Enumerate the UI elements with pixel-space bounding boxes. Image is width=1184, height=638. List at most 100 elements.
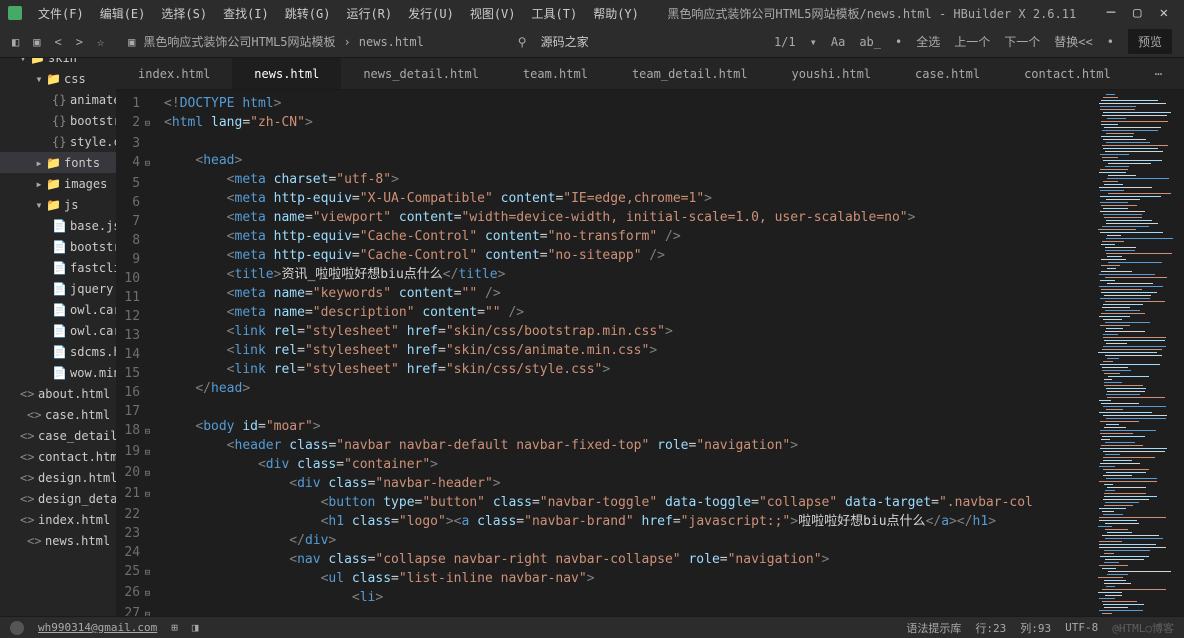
- tree-row[interactable]: <>case_detail.html: [0, 425, 116, 446]
- more-tabs-icon[interactable]: ⋯: [1133, 58, 1184, 89]
- terminal-icon[interactable]: ◨: [192, 621, 199, 634]
- tree-row[interactable]: 📄wow.min.js: [0, 362, 116, 383]
- breadcrumb-item[interactable]: 黑色响应式装饰公司HTML5网站模板: [143, 33, 335, 50]
- file-icon: 📄: [52, 324, 66, 338]
- encoding[interactable]: UTF-8: [1065, 621, 1098, 634]
- search-icon[interactable]: ⚲: [518, 35, 527, 49]
- menu-item[interactable]: 选择(S): [155, 3, 213, 24]
- file-name: design.html: [38, 471, 116, 485]
- menu-item[interactable]: 发行(U): [402, 3, 460, 24]
- regex-dot-icon[interactable]: •: [1107, 35, 1114, 49]
- tree-row[interactable]: 📄base.js: [0, 215, 116, 236]
- grid-icon[interactable]: ⊞: [171, 621, 178, 634]
- menu-item[interactable]: 跳转(G): [279, 3, 337, 24]
- tree-row[interactable]: 📄jquery.min.js: [0, 278, 116, 299]
- file-icon: <>: [20, 387, 34, 401]
- tree-row[interactable]: {}style.css: [0, 131, 116, 152]
- tree-row[interactable]: ▾📁skin: [0, 58, 116, 68]
- syntax-library[interactable]: 语法提示库: [906, 620, 961, 636]
- tree-row[interactable]: ▾📁css: [0, 68, 116, 89]
- file-name: news.html: [45, 534, 110, 548]
- star-icon[interactable]: ☆: [97, 35, 104, 49]
- editor[interactable]: 12⊟34⊟56789101112131415161718⊟19⊟20⊟21⊟2…: [116, 90, 1184, 616]
- tree-row[interactable]: 📄owl.carous...: [0, 320, 116, 341]
- chevron-icon: ▾: [34, 198, 44, 212]
- tab[interactable]: team.html: [501, 58, 610, 89]
- tree-row[interactable]: <>design.html: [0, 467, 116, 488]
- tree-row[interactable]: ▸📁fonts: [0, 152, 116, 173]
- file-icon: {}: [52, 114, 66, 128]
- tree-row[interactable]: ▸📁images: [0, 173, 116, 194]
- file-name: case.html: [45, 408, 110, 422]
- tree-row[interactable]: 📄bootstrap....: [0, 236, 116, 257]
- tree-row[interactable]: {} bootstrap....: [0, 110, 116, 131]
- file-name: skin: [48, 58, 77, 65]
- file-name: base.js: [70, 219, 116, 233]
- tree-row[interactable]: <>case.html: [0, 404, 116, 425]
- regex-icon[interactable]: •: [895, 35, 902, 49]
- menu-item[interactable]: 文件(F): [32, 3, 90, 24]
- tab[interactable]: news.html: [232, 58, 341, 89]
- sidebar: ▾ ▣ 黑色响应式装饰公司HT... ▾📁skin▾📁css{}animate.…: [0, 58, 116, 616]
- user-email[interactable]: wh990314@gmail.com: [38, 621, 157, 634]
- select-all-button[interactable]: 全选: [916, 33, 940, 50]
- tree-row[interactable]: 📄owl.carous...: [0, 299, 116, 320]
- tree-row[interactable]: 📄sdcms.hits.js: [0, 341, 116, 362]
- down-icon[interactable]: ▾: [810, 35, 817, 49]
- tab[interactable]: index.html: [116, 58, 232, 89]
- file-name: owl.carous...: [70, 303, 116, 317]
- tree-row[interactable]: {}animate.mi...: [0, 89, 116, 110]
- tree-row[interactable]: <>contact.html: [0, 446, 116, 467]
- file-name: about.html: [38, 387, 110, 401]
- folder-icon: ▣: [128, 35, 135, 49]
- minimap[interactable]: [1094, 90, 1184, 616]
- case-icon[interactable]: Aa: [831, 35, 845, 49]
- close-icon[interactable]: ✕: [1160, 5, 1168, 21]
- chevron-icon: ▸: [34, 177, 44, 191]
- file-name: design_detail.html: [38, 492, 116, 506]
- file-name: bootstrap....: [70, 114, 116, 128]
- tab[interactable]: contact.html: [1002, 58, 1133, 89]
- statusbar: wh990314@gmail.com ⊞ ◨ 语法提示库 行:23 列:93 U…: [0, 616, 1184, 638]
- file-icon: 📁: [30, 58, 44, 65]
- tree-row[interactable]: 📄fastclick.mi...: [0, 257, 116, 278]
- preview-button[interactable]: 预览: [1128, 29, 1172, 54]
- file-icon: {}: [52, 93, 66, 107]
- nav-back-icon[interactable]: <: [54, 35, 61, 49]
- tree-row[interactable]: <>news.html: [0, 530, 116, 551]
- save-icon[interactable]: ▣: [33, 35, 40, 49]
- tree-row[interactable]: <> about.html: [0, 383, 116, 404]
- file-name: contact.html: [38, 450, 116, 464]
- tab[interactable]: news_detail.html: [341, 58, 501, 89]
- tree-row[interactable]: <>index.html: [0, 509, 116, 530]
- replace-button[interactable]: 替换<<: [1054, 33, 1092, 50]
- menu-item[interactable]: 帮助(Y): [587, 3, 645, 24]
- menu-item[interactable]: 编辑(E): [94, 3, 152, 24]
- nav-forward-icon[interactable]: >: [76, 35, 83, 49]
- menu-item[interactable]: 工具(T): [526, 3, 584, 24]
- tab[interactable]: youshi.html: [770, 58, 893, 89]
- file-name: css: [64, 72, 86, 86]
- next-button[interactable]: 下一个: [1004, 33, 1040, 50]
- file-name: index.html: [38, 513, 110, 527]
- tree-row[interactable]: ▾📁js: [0, 194, 116, 215]
- source-house-link[interactable]: 源码之家: [541, 33, 589, 50]
- menu-item[interactable]: 运行(R): [340, 3, 398, 24]
- minimize-icon[interactable]: ─: [1107, 5, 1115, 21]
- breadcrumb-item[interactable]: news.html: [359, 35, 424, 49]
- user-avatar-icon[interactable]: [10, 621, 24, 635]
- tree-row[interactable]: <>design_detail.html: [0, 488, 116, 509]
- explorer-toggle-icon[interactable]: ◧: [12, 35, 19, 49]
- tab[interactable]: case.html: [893, 58, 1002, 89]
- watermark: @HTML○博客: [1112, 620, 1174, 636]
- file-name: jquery.min.js: [70, 282, 116, 296]
- word-icon[interactable]: ab̲: [859, 35, 881, 49]
- menu-item[interactable]: 视图(V): [464, 3, 522, 24]
- code-area[interactable]: <!DOCTYPE html><html lang="zh-CN"> <head…: [156, 90, 1094, 616]
- maximize-icon[interactable]: ▢: [1133, 5, 1141, 21]
- file-name: style.css: [70, 135, 116, 149]
- menu-item[interactable]: 查找(I): [217, 3, 275, 24]
- prev-button[interactable]: 上一个: [954, 33, 990, 50]
- cursor-col: 列:93: [1020, 620, 1051, 636]
- tab[interactable]: team_detail.html: [610, 58, 770, 89]
